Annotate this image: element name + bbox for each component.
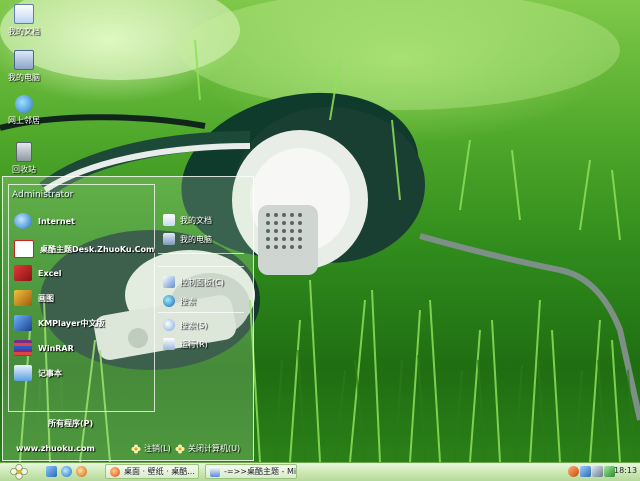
menu-item-run[interactable]: 运行(R) (163, 335, 208, 353)
desktop-icon-label: 我的文档 (8, 27, 40, 36)
menu-item-my-documents[interactable]: 我的文档 (163, 211, 212, 229)
taskbar-button-label: -=>>桌酷主题 - Mi... (224, 467, 297, 476)
my-computer-icon (163, 233, 175, 245)
logoff-button[interactable]: 注销(L) (131, 443, 171, 454)
show-desktop-icon[interactable] (46, 466, 57, 477)
search-icon (163, 319, 175, 331)
desktop-icon-network[interactable]: 网上邻居 (2, 95, 46, 126)
network-places-icon (15, 95, 33, 113)
flower-icon (131, 444, 141, 453)
document-task-icon (210, 466, 220, 477)
start-menu-user-name: Administrator (12, 190, 74, 200)
kmplayer-icon (14, 315, 32, 331)
logoff-label: 注销(L) (144, 444, 171, 453)
excel-icon (14, 265, 32, 281)
program-item-kmplayer[interactable]: KMPlayer中文版 (14, 313, 105, 333)
browser-task-icon (110, 466, 120, 477)
my-computer-icon (14, 50, 34, 70)
program-label: KMPlayer中文版 (38, 318, 105, 328)
run-icon (163, 338, 175, 350)
menu-item-label: 我的文档 (180, 215, 212, 225)
menu-item-label: 搜索 (180, 296, 196, 306)
program-item-zhuoku[interactable]: 桌酷主题Desk.ZhuoKu.Com (14, 239, 154, 259)
taskbar-button-browser[interactable]: 桌面 · 壁纸 · 桌酷... (105, 464, 199, 479)
ie-icon (14, 213, 32, 229)
desktop-icon-recycle-bin[interactable]: 回收站 (2, 142, 46, 175)
program-label: WinRAR (38, 343, 74, 353)
menu-item-label: 运行(R) (180, 339, 208, 349)
all-programs-button[interactable]: 所有程序(P) (48, 418, 93, 429)
program-item-excel[interactable]: Excel (14, 263, 62, 283)
search-globe-icon (163, 295, 175, 307)
menu-separator (158, 253, 244, 254)
desktop-icon-my-documents[interactable]: 我的文档 (2, 4, 46, 37)
my-documents-icon (14, 4, 34, 24)
taskbar-button-label: 桌面 · 壁纸 · 桌酷... (124, 467, 195, 476)
program-label: Excel (38, 268, 62, 278)
desktop-icon-label: 我的电脑 (8, 73, 40, 82)
desktop-icon-label: 网上邻居 (8, 116, 40, 125)
menu-item-search[interactable]: 搜索(S) (163, 316, 207, 334)
program-label: 画图 (38, 293, 54, 303)
taskbar-button-document[interactable]: -=>>桌酷主题 - Mi... (205, 464, 297, 479)
menu-separator (158, 312, 244, 313)
program-item-internet[interactable]: Internet (14, 211, 75, 231)
menu-item-label: 我的电脑 (180, 234, 212, 244)
menu-item-my-computer[interactable]: 我的电脑 (163, 230, 212, 248)
control-panel-icon (163, 276, 175, 288)
desktop-icon-label: 回收站 (12, 165, 36, 174)
menu-separator (158, 266, 244, 267)
winrar-icon (14, 340, 32, 356)
menu-item-search-globe[interactable]: 搜索 (163, 292, 196, 310)
program-item-winrar[interactable]: WinRAR (14, 338, 74, 358)
program-item-notepad[interactable]: 记事本 (14, 363, 62, 383)
flower-icon (175, 444, 185, 453)
notepad-icon (14, 365, 32, 381)
program-label: 桌酷主题Desk.ZhuoKu.Com (40, 244, 155, 254)
zhuoku-icon (14, 240, 34, 258)
desktop-icon-my-computer[interactable]: 我的电脑 (2, 50, 46, 83)
start-button[interactable] (10, 464, 28, 480)
program-label: 记事本 (38, 368, 62, 378)
network-tray-icon[interactable] (580, 466, 591, 477)
recycle-bin-icon (16, 142, 32, 162)
media-player-icon[interactable] (76, 466, 87, 477)
program-item-paint[interactable]: 画图 (14, 288, 54, 308)
taskbar: 桌面 · 壁纸 · 桌酷... -=>>桌酷主题 - Mi... 18:13 (0, 462, 640, 481)
tray-user-icon[interactable] (568, 466, 579, 477)
ie-quicklaunch-icon[interactable] (61, 466, 72, 477)
menu-item-label: 搜索(S) (180, 320, 208, 330)
shutdown-button[interactable]: 关闭计算机(U) (175, 443, 240, 454)
my-documents-icon (163, 214, 175, 226)
taskbar-clock: 18:13 (614, 466, 638, 475)
website-label: www.zhuoku.com (16, 444, 95, 453)
paint-icon (14, 290, 32, 306)
menu-item-label: 控制面板(C) (180, 277, 224, 287)
volume-tray-icon[interactable] (592, 466, 603, 477)
shutdown-label: 关闭计算机(U) (188, 444, 241, 453)
menu-item-control-panel[interactable]: 控制面板(C) (163, 273, 224, 291)
program-label: Internet (38, 216, 75, 226)
